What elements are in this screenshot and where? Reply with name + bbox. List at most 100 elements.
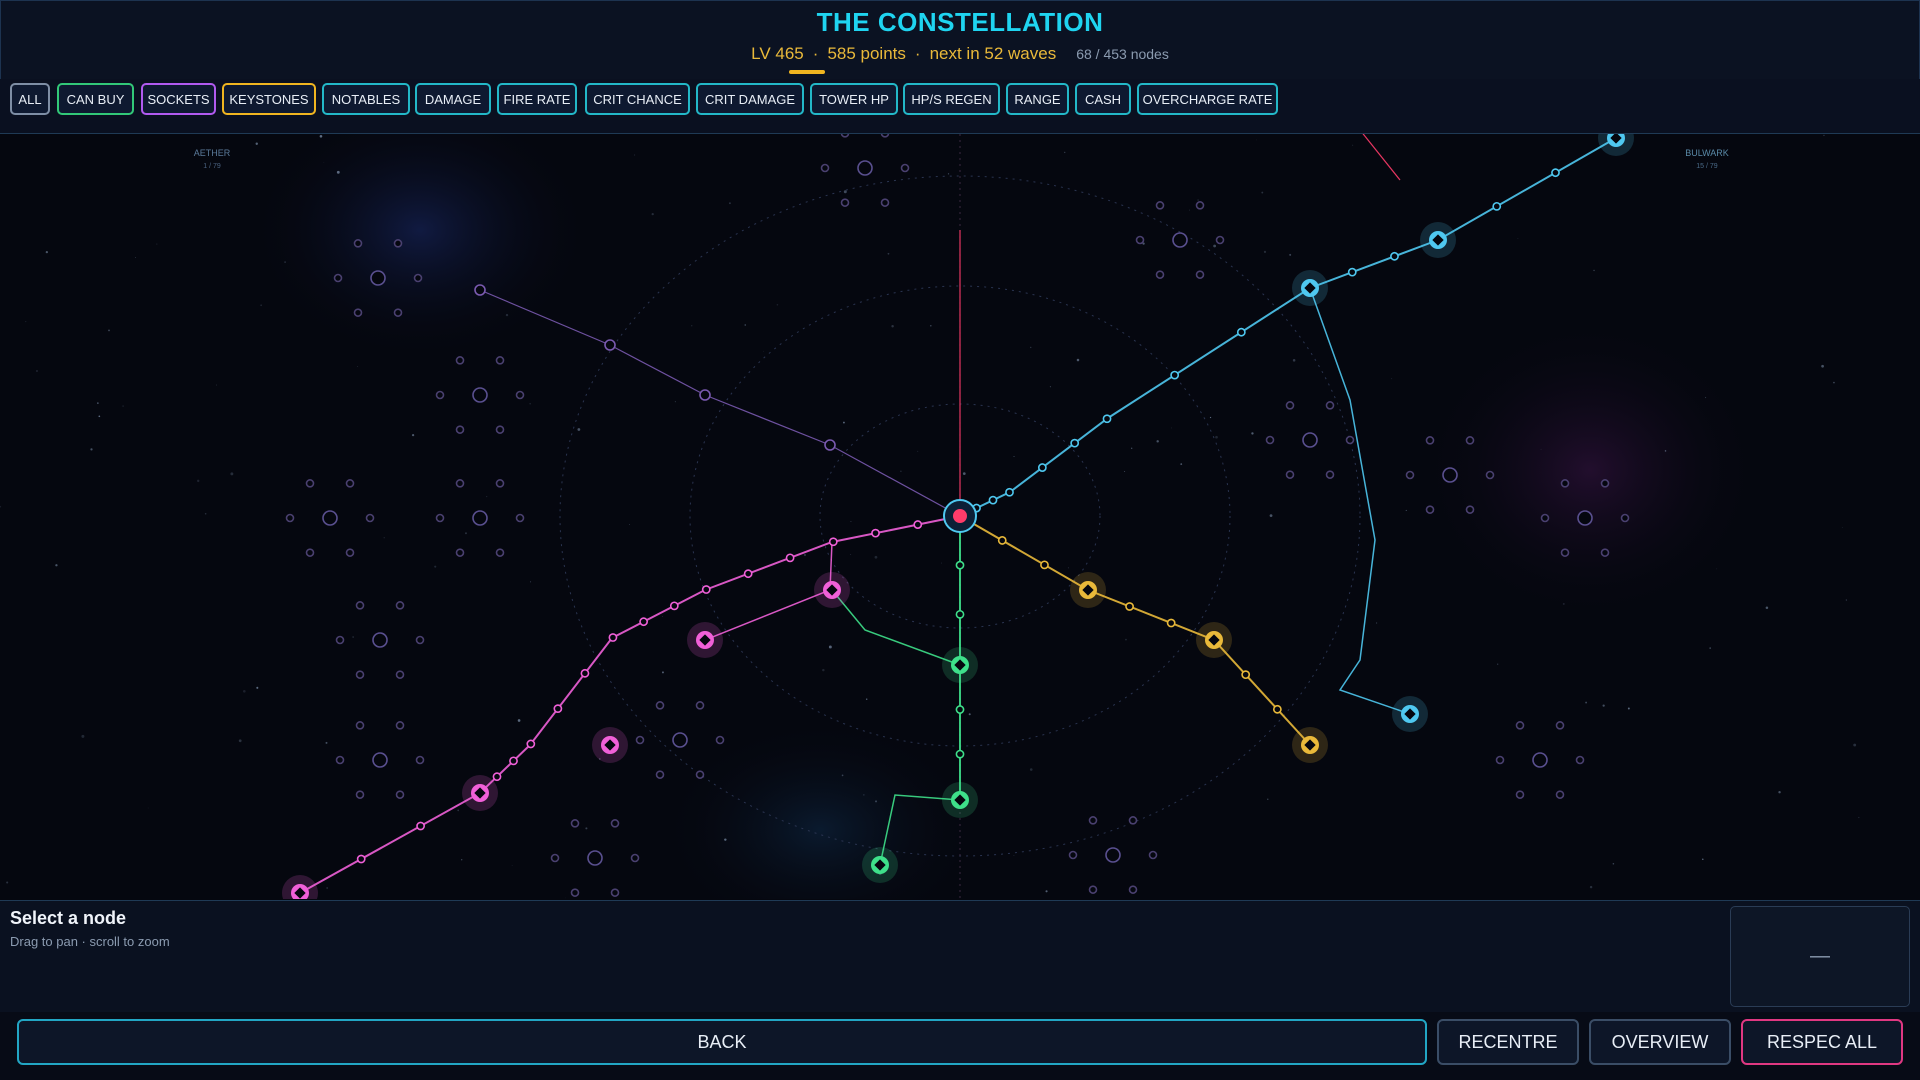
cluster-node — [285, 513, 295, 523]
back-button[interactable]: BACK — [17, 1019, 1427, 1065]
respec-all-button[interactable]: RESPEC ALL — [1741, 1019, 1903, 1065]
cluster-node — [1555, 721, 1565, 730]
cluster-node — [610, 819, 620, 828]
filter-cash[interactable]: CASH — [1075, 83, 1131, 115]
filter-crit-chance[interactable]: CRIT CHANCE — [585, 83, 690, 115]
filter-overcharge-rate[interactable]: OVERCHARGE RATE — [1137, 83, 1278, 115]
filter-all[interactable]: ALL — [10, 83, 50, 115]
star — [1064, 151, 1066, 154]
star — [1716, 568, 1718, 570]
cluster-node — [455, 479, 465, 488]
cluster-node — [395, 790, 405, 799]
filter-damage[interactable]: DAMAGE — [415, 83, 491, 115]
cluster-node — [655, 701, 665, 710]
star — [284, 261, 286, 263]
cluster-node — [1195, 270, 1205, 279]
filter-tower-hp[interactable]: TOWER HP — [810, 83, 898, 115]
cluster-node — [900, 163, 910, 173]
filter-fire-rate[interactable]: FIRE RATE — [497, 83, 577, 115]
filter-keystones[interactable]: KEYSTONES — [222, 83, 316, 115]
cluster-node — [1088, 816, 1098, 825]
star — [517, 719, 521, 722]
filter-crit-damage[interactable]: CRIT DAMAGE — [696, 83, 804, 115]
cluster-node — [335, 755, 345, 765]
star — [1292, 359, 1296, 362]
minor-node — [639, 617, 649, 627]
cluster-node — [1068, 850, 1078, 860]
star — [319, 134, 323, 138]
star — [511, 865, 513, 866]
cluster-node — [393, 308, 403, 317]
cluster-node — [840, 198, 850, 207]
cluster-node — [355, 601, 365, 610]
star — [930, 324, 932, 327]
filter-sockets[interactable]: SOCKETS — [141, 83, 216, 115]
cluster-node — [635, 735, 645, 745]
star — [411, 433, 415, 437]
star — [325, 741, 328, 744]
star — [156, 243, 158, 245]
points-label: 585 points — [827, 44, 906, 63]
star — [1823, 134, 1825, 137]
cluster-node — [1485, 470, 1495, 480]
minor-node — [1125, 602, 1134, 611]
constellation-canvas[interactable]: AETHER 1 / 79 BULWARK 15 / 79 — [0, 134, 1920, 899]
green-side-link — [831, 589, 961, 666]
star — [822, 668, 825, 672]
recentre-button[interactable]: RECENTRE — [1437, 1019, 1579, 1065]
star — [803, 553, 807, 557]
cluster-node — [335, 635, 345, 645]
star — [1251, 432, 1254, 435]
minor-node — [1551, 168, 1560, 178]
star — [1209, 416, 1212, 419]
filter-range[interactable]: RANGE — [1006, 83, 1069, 115]
cluster-center — [472, 510, 488, 526]
cluster-node — [655, 770, 665, 779]
filter-can-buy[interactable]: CAN BUY — [57, 83, 134, 115]
overview-button[interactable]: OVERVIEW — [1589, 1019, 1731, 1065]
star — [323, 162, 325, 164]
star — [486, 496, 488, 498]
star — [1540, 448, 1542, 450]
star — [1180, 463, 1183, 465]
star — [661, 671, 664, 674]
minor-node — [1040, 560, 1049, 570]
constellation-map[interactable]: AETHER 1 / 79 BULWARK 15 / 79 — [0, 134, 1920, 899]
cluster-node — [840, 134, 850, 138]
star — [1517, 238, 1519, 240]
cluster-node — [1540, 513, 1550, 523]
info-title: Select a node — [10, 908, 127, 928]
star — [1391, 378, 1393, 380]
star — [1375, 622, 1378, 624]
star — [326, 887, 328, 889]
action-bar: BACK RECENTRE OVERVIEW RESPEC ALL — [0, 1012, 1920, 1080]
star — [204, 512, 207, 515]
next-point-label: next in 52 waves — [929, 44, 1057, 63]
cluster-node — [550, 853, 560, 863]
cluster-center — [1302, 432, 1318, 448]
cluster-node — [355, 790, 365, 799]
origin-node — [953, 509, 967, 523]
star — [968, 713, 971, 716]
star — [1602, 704, 1605, 707]
cluster-node — [515, 513, 525, 523]
minor-node — [1005, 487, 1014, 497]
star — [744, 324, 746, 326]
star — [1702, 858, 1704, 860]
filter-hp-regen[interactable]: HP/S REGEN — [903, 83, 1000, 115]
star — [25, 321, 27, 323]
filter-notables[interactable]: NOTABLES — [322, 83, 410, 115]
cluster-node — [1345, 435, 1355, 445]
cluster-node — [345, 479, 355, 488]
cluster-center — [322, 510, 338, 526]
star — [1269, 514, 1273, 518]
star — [841, 774, 844, 777]
cluster-node — [305, 548, 315, 557]
star — [850, 520, 852, 522]
minor-node — [608, 633, 618, 642]
star — [662, 615, 663, 617]
cluster-node — [1620, 513, 1630, 523]
minor-node — [913, 520, 923, 529]
cluster-node — [305, 479, 315, 488]
cluster-node — [1465, 436, 1475, 445]
